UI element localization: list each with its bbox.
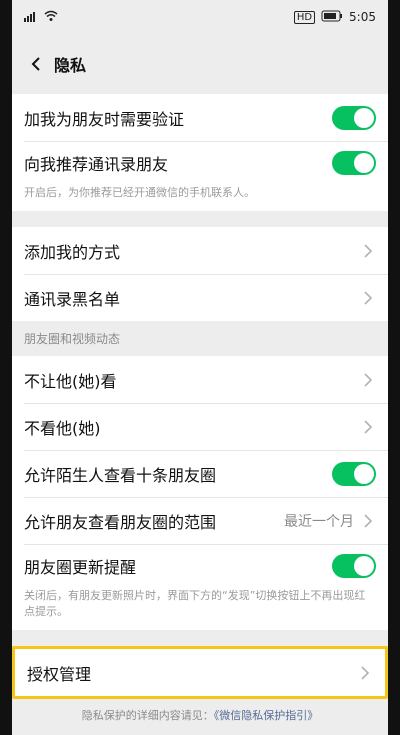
- group-verification: 加我为朋友时需要验证 向我推荐通讯录朋友 开启后，为你推荐已经开通微信的手机联系…: [12, 94, 388, 211]
- chevron-right-icon: [357, 665, 373, 681]
- chevron-right-icon: [360, 290, 376, 306]
- row-label: 添加我的方式: [24, 242, 121, 262]
- section-gap: [12, 630, 388, 646]
- row-label: 不看他(她): [24, 418, 101, 438]
- status-right: HD 5:05: [293, 10, 376, 25]
- page-title: 隐私: [54, 56, 87, 75]
- verification-toggle[interactable]: [332, 105, 376, 130]
- strangers-view-toggle[interactable]: [332, 461, 376, 486]
- sim-label: HD: [293, 10, 316, 24]
- row-hide-my-posts[interactable]: 不让他(她)看: [12, 356, 388, 403]
- status-bar: HD 5:05: [12, 0, 388, 34]
- signal-icon: [24, 10, 38, 25]
- row-label: 不让他(她)看: [24, 371, 117, 391]
- row-require-verification[interactable]: 加我为朋友时需要验证: [12, 94, 388, 141]
- row-recommend-contacts[interactable]: 向我推荐通讯录朋友: [12, 141, 388, 185]
- authorization-highlight: 授权管理: [12, 646, 388, 699]
- group-moments: 不让他(她)看 不看他(她) 允许陌生人查看十条朋友圈 允许朋友查看朋友圈的范围…: [12, 356, 388, 630]
- row-label: 向我推荐通讯录朋友: [24, 155, 169, 174]
- privacy-guide-link[interactable]: 《微信隐私保护指引》: [214, 709, 319, 722]
- row-right: 最近一个月: [284, 511, 376, 531]
- settings-content: 加我为朋友时需要验证 向我推荐通讯录朋友 开启后，为你推荐已经开通微信的手机联系…: [12, 94, 388, 735]
- wifi-icon: [44, 10, 58, 25]
- footer-prefix: 隐私保护的详细内容请见：: [81, 709, 214, 722]
- chevron-right-icon: [360, 372, 376, 388]
- moments-reminder-description: 关闭后，有朋友更新照片时，界面下方的“发现”切换按钮上不再出现红点提示。: [12, 588, 388, 630]
- battery-icon: [321, 10, 343, 25]
- recommend-contacts-description: 开启后，为你推荐已经开通微信的手机联系人。: [12, 185, 388, 211]
- section-gap: [12, 211, 388, 227]
- chevron-right-icon: [360, 243, 376, 259]
- row-label: 授权管理: [27, 664, 92, 684]
- row-friends-view-range[interactable]: 允许朋友查看朋友圈的范围 最近一个月: [12, 497, 388, 544]
- nav-bar: 隐私: [12, 34, 388, 94]
- phone-frame: HD 5:05 隐私 加我为朋友时需要验证 向我推荐通讯录朋友 开启后，为你推荐…: [0, 0, 400, 735]
- back-icon[interactable]: [24, 52, 48, 76]
- section-header-moments: 朋友圈和视频动态: [12, 321, 388, 356]
- status-time: 5:05: [349, 10, 376, 24]
- row-contacts-blacklist[interactable]: 通讯录黑名单: [12, 274, 388, 321]
- group-add-me: 添加我的方式 通讯录黑名单: [12, 227, 388, 321]
- row-label: 允许陌生人查看十条朋友圈: [24, 465, 217, 485]
- row-strangers-view-ten[interactable]: 允许陌生人查看十条朋友圈: [12, 450, 388, 497]
- row-moments-update-reminder[interactable]: 朋友圈更新提醒: [12, 544, 388, 588]
- row-label: 朋友圈更新提醒: [24, 558, 137, 577]
- row-label: 通讯录黑名单: [24, 289, 121, 309]
- row-add-me-methods[interactable]: 添加我的方式: [12, 227, 388, 274]
- moments-reminder-toggle[interactable]: [332, 554, 376, 578]
- range-value: 最近一个月: [284, 513, 354, 530]
- row-authorization-management[interactable]: 授权管理: [15, 649, 385, 696]
- chevron-right-icon: [360, 513, 376, 529]
- privacy-footer: 隐私保护的详细内容请见：《微信隐私保护指引》: [12, 707, 388, 723]
- recommend-contacts-toggle[interactable]: [332, 151, 376, 175]
- row-label: 加我为朋友时需要验证: [24, 109, 185, 129]
- status-left: [24, 10, 58, 25]
- row-label: 允许朋友查看朋友圈的范围: [24, 512, 217, 532]
- row-hide-their-posts[interactable]: 不看他(她): [12, 403, 388, 450]
- chevron-right-icon: [360, 419, 376, 435]
